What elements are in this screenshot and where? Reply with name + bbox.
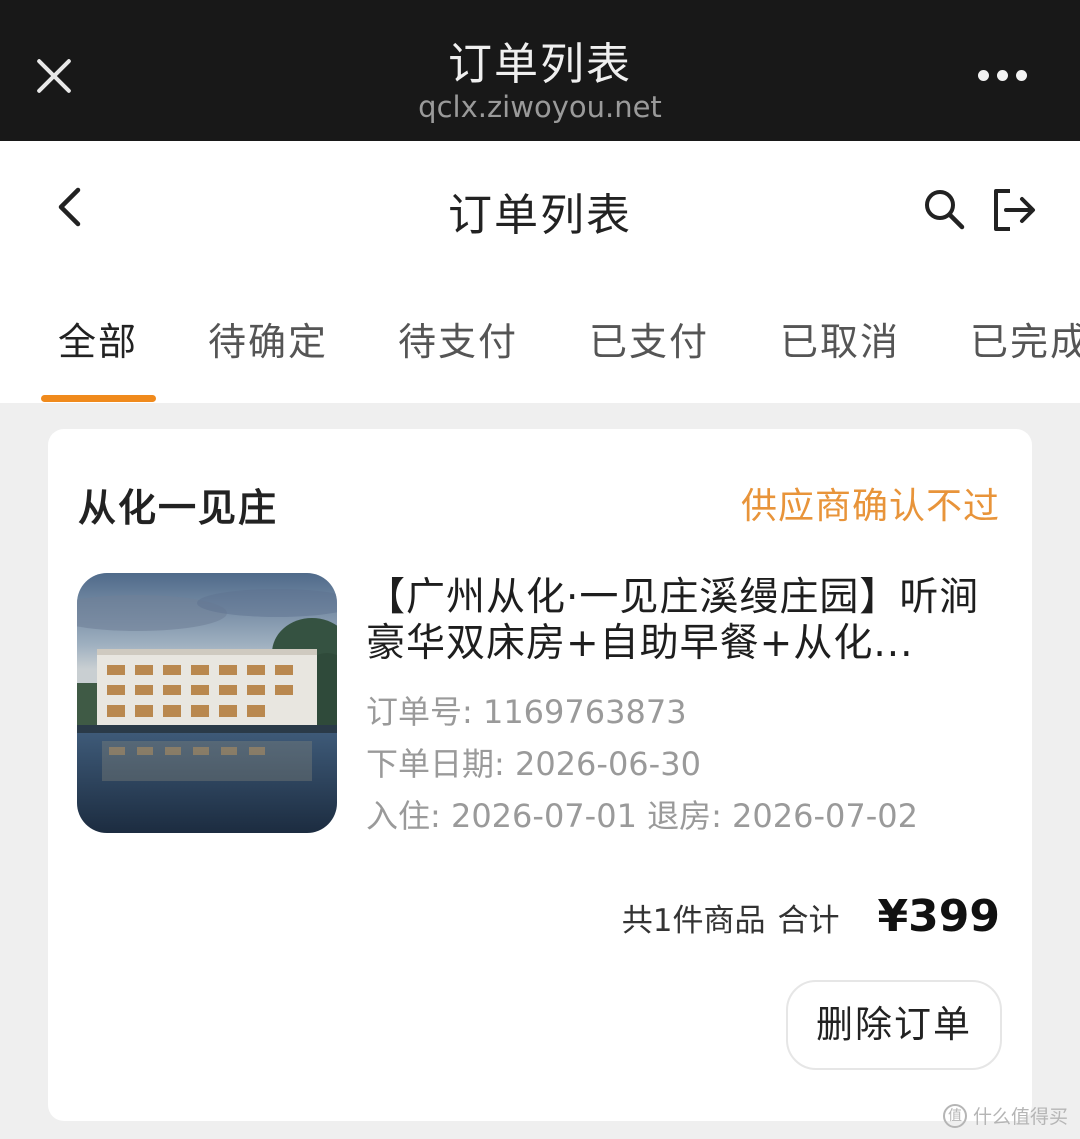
back-button[interactable] bbox=[48, 185, 92, 229]
order-status-tabs: 全部 待确定 待支付 已支付 已取消 已完成 bbox=[0, 311, 1080, 403]
logout-button[interactable] bbox=[988, 185, 1038, 235]
total-label: 合计 bbox=[777, 903, 840, 939]
order-summary: 共1件商品 合计 ¥399 bbox=[622, 891, 1000, 942]
delete-order-button[interactable]: 删除订单 bbox=[786, 980, 1002, 1070]
browser-title: 订单列表 bbox=[448, 39, 632, 90]
item-count: 共1件商品 bbox=[621, 903, 766, 939]
hotel-photo bbox=[77, 573, 337, 833]
product-title[interactable]: 【广州从化·一见庄溪缦庄园】听涧豪华双床房+自助早餐+从化... bbox=[366, 575, 996, 667]
watermark-logo: 值 bbox=[942, 1103, 967, 1128]
order-status: 供应商确认不过 bbox=[740, 486, 1000, 527]
order-card[interactable]: 从化一见庄 供应商确认不过 【广州从化·一见庄溪缦庄园】听涧豪华双床房+自助早餐… bbox=[48, 429, 1032, 1121]
watermark-text: 什么值得买 bbox=[972, 1106, 1068, 1128]
logout-icon bbox=[994, 189, 1035, 231]
tab-pending-confirm[interactable]: 待确定 bbox=[208, 311, 328, 371]
watermark: 值 什么值得买 bbox=[942, 1102, 1068, 1129]
chevron-left-icon bbox=[58, 187, 81, 227]
shop-name: 从化一见庄 bbox=[78, 486, 279, 530]
app-header: 订单列表 全部 待确定 待支付 已支付 已取消 已完成 bbox=[0, 141, 1080, 403]
stay-dates: 入住: 2026-07-01 退房: 2026-07-02 bbox=[366, 797, 919, 835]
tab-paid[interactable]: 已支付 bbox=[589, 311, 709, 371]
total-price: ¥399 bbox=[877, 891, 1000, 942]
tab-pending-payment[interactable]: 待支付 bbox=[398, 311, 518, 371]
page-title: 订单列表 bbox=[448, 190, 632, 241]
product-image[interactable] bbox=[77, 573, 337, 833]
browser-url: qclx.ziwoyou.net bbox=[418, 90, 662, 124]
tab-all[interactable]: 全部 bbox=[58, 311, 138, 371]
order-number: 订单号: 1169763873 bbox=[366, 693, 687, 731]
search-button[interactable] bbox=[920, 185, 968, 233]
search-icon bbox=[925, 190, 965, 230]
tab-cancelled[interactable]: 已取消 bbox=[780, 311, 900, 371]
browser-bar: 订单列表 qclx.ziwoyou.net bbox=[0, 0, 1080, 141]
active-tab-indicator bbox=[41, 395, 156, 402]
order-date: 下单日期: 2026-06-30 bbox=[366, 745, 701, 783]
more-icon[interactable] bbox=[978, 70, 1028, 82]
tab-completed[interactable]: 已完成 bbox=[970, 311, 1080, 371]
